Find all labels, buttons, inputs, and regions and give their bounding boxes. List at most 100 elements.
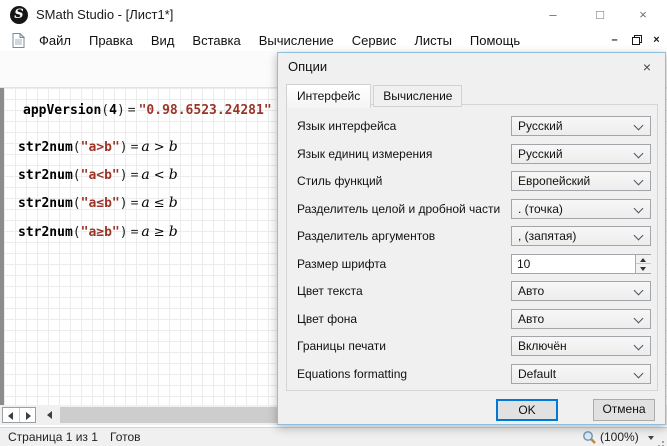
maximize-button[interactable]: □ [585,0,615,30]
left-paren: ( [73,168,81,183]
zoom-dropdown-caret-icon[interactable] [648,436,654,440]
restore-icon [632,35,642,45]
result-lhs: a [141,195,149,211]
print-borders-dropdown[interactable]: Включён [511,336,651,356]
menu-tools[interactable]: Сервис [343,30,406,51]
option-row: Границы печати Включён [287,336,657,356]
magnifier-icon [582,430,597,446]
scrollbar-thumb[interactable] [60,407,277,423]
previous-page-button[interactable] [3,408,19,422]
math-expression-str2num[interactable]: str2num("a≥b")=a≥b [18,224,178,242]
mdi-close-button[interactable]: × [648,32,665,49]
dialog-close-button[interactable]: × [635,57,659,77]
left-paren: ( [73,140,81,155]
decimal-separator-dropdown[interactable]: . (точка) [511,199,651,219]
menu-insert[interactable]: Вставка [183,30,249,51]
dropdown-value: Русский [518,147,563,161]
cancel-button[interactable]: Отмена [593,399,655,421]
spinner-up-button[interactable] [636,255,651,264]
argument: 4 [109,103,117,118]
equals-sign: = [128,103,136,118]
left-arrow-icon [47,411,52,419]
option-row: Equations formatting Default [287,364,657,384]
resize-grip[interactable] [662,441,664,443]
scroll-left-button[interactable] [42,407,58,423]
result-lhs: a [141,224,149,240]
menu-sheets[interactable]: Листы [405,30,461,51]
mdi-restore-button[interactable] [628,32,645,49]
functions-style-dropdown[interactable]: Европейский [511,171,651,191]
result-lhs: a [141,167,149,183]
string-argument: "a≤b" [81,196,120,211]
chevron-down-icon [634,176,644,186]
close-button[interactable]: × [628,0,658,30]
units-language-dropdown[interactable]: Русский [511,144,651,164]
menu-view[interactable]: Вид [142,30,184,51]
right-paren: ) [120,225,128,240]
menu-calculation[interactable]: Вычисление [250,30,343,51]
mdi-minimize-button[interactable]: – [606,32,623,49]
dropdown-value: , (запятая) [518,229,576,243]
function-name: str2num [18,225,73,240]
page-navigator [2,407,36,423]
chevron-down-icon [634,231,644,241]
equations-formatting-dropdown[interactable]: Default [511,364,651,384]
option-row: Размер шрифта 10 [287,254,657,274]
option-label: Разделитель целой и дробной части [297,202,500,216]
result-rhs: b [169,139,178,155]
ok-button[interactable]: OK [496,399,558,421]
minimize-button[interactable]: – [538,0,568,30]
smath-studio-window: S SMath Studio - [Лист1*] – □ × Файл Пра… [0,0,667,446]
document-icon [12,33,25,53]
left-arrow-icon [8,412,13,420]
math-expression-str2num[interactable]: str2num("a<b")=a<b [18,167,178,185]
result-rhs: b [169,195,178,211]
menu-file[interactable]: Файл [30,30,80,51]
background-color-dropdown[interactable]: Авто [511,309,651,329]
result-operator: ≤ [154,196,165,211]
menu-help[interactable]: Помощь [461,30,529,51]
function-name: appVersion [23,103,101,118]
result-expression: a>b [141,140,177,155]
chevron-down-icon [634,341,644,351]
font-size-spinner[interactable]: 10 [511,254,651,274]
option-row: Цвет фона Авто [287,309,657,329]
left-paren: ( [73,225,81,240]
zoom-level[interactable]: (100%) [600,430,639,444]
math-expression-str2num[interactable]: str2num("a>b")=a>b [18,139,178,157]
status-text: Готов [110,430,141,444]
options-dialog: Опции × Интерфейс Вычисление Язык интерф… [277,52,666,425]
chevron-down-icon [634,204,644,214]
spinner-down-button[interactable] [636,264,651,273]
next-page-button[interactable] [19,408,36,422]
function-name: str2num [18,168,73,183]
status-bar: Страница 1 из 1 Готов (100%) [0,427,667,446]
tab-calculation[interactable]: Вычисление [373,85,462,107]
chevron-down-icon [634,121,644,131]
smath-logo-icon: S [10,6,28,24]
arguments-separator-dropdown[interactable]: , (запятая) [511,226,651,246]
right-paren: ) [120,140,128,155]
menu-edit[interactable]: Правка [80,30,142,51]
math-expression-appversion[interactable]: appVersion(4)="0.98.6523.24281" [23,103,272,121]
dialog-tabs: Интерфейс Вычисление [286,84,462,107]
option-label: Язык единиц измерения [297,147,432,161]
math-expression-str2num[interactable]: str2num("a≤b")=a≤b [18,195,178,213]
equals-sign: = [131,225,139,240]
page-info: Страница 1 из 1 [8,430,98,444]
equals-sign: = [131,140,139,155]
chevron-down-icon [634,314,644,324]
option-row: Разделитель аргументов , (запятая) [287,226,657,246]
down-arrow-icon [640,267,646,271]
equals-sign: = [131,196,139,211]
interface-language-dropdown[interactable]: Русский [511,116,651,136]
function-name: str2num [18,140,73,155]
up-arrow-icon [640,258,646,262]
result-lhs: a [141,139,149,155]
string-argument: "a>b" [81,140,120,155]
text-color-dropdown[interactable]: Авто [511,281,651,301]
tab-interface[interactable]: Интерфейс [286,84,371,108]
chevron-down-icon [634,369,644,379]
dropdown-value: Авто [518,312,544,326]
title-bar: S SMath Studio - [Лист1*] – □ × [0,0,667,30]
